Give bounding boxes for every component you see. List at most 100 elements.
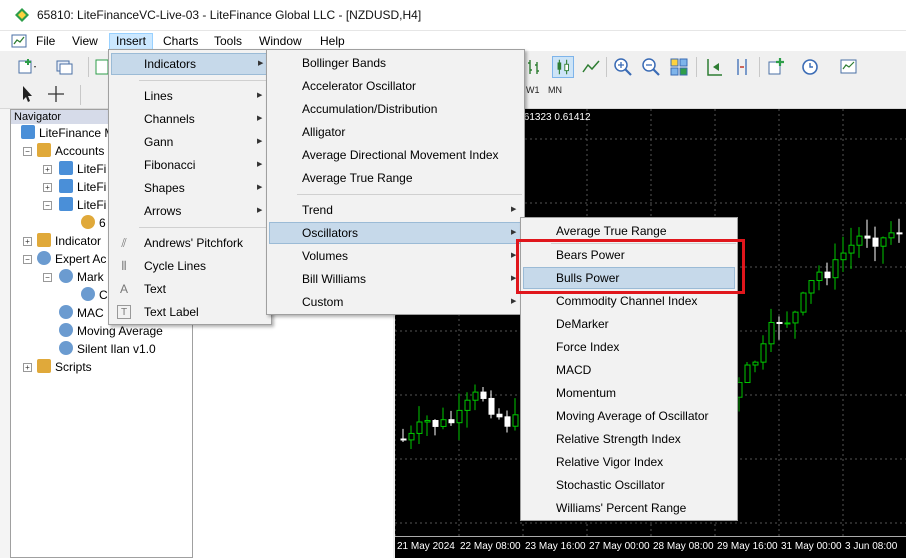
date-label: 31 May 00:00	[781, 541, 842, 552]
menu-item-accumulation-distribution[interactable]: Accumulation/Distribution	[269, 98, 522, 120]
nav-scripts[interactable]: Scripts	[37, 358, 92, 376]
nav-account-3[interactable]: LiteFi	[59, 196, 106, 214]
menu-item-volumes[interactable]: Volumes ▶	[269, 245, 522, 267]
menu-item-text-label[interactable]: T Text Label	[111, 301, 269, 323]
date-label: 21 May 2024	[397, 541, 455, 552]
candle-body	[464, 399, 471, 411]
timeframe-mn[interactable]: MN	[548, 85, 562, 95]
chart-shift-icon[interactable]	[731, 56, 753, 78]
menu-item-rvi[interactable]: Relative Vigor Index	[523, 451, 735, 473]
cursor-icon[interactable]	[17, 83, 39, 105]
nav-account-1[interactable]: LiteFi	[59, 160, 106, 178]
crosshair-icon[interactable]	[45, 83, 67, 105]
menu-item-oscillators[interactable]: Oscillators ▶	[269, 222, 522, 244]
menu-item-indicators[interactable]: Indicators ▶	[111, 53, 269, 75]
periods-clock-icon[interactable]	[800, 56, 822, 78]
menu-item-trend[interactable]: Trend ▶	[269, 199, 522, 221]
menu-item-williams-percent-range[interactable]: Williams' Percent Range	[523, 497, 735, 519]
nav-expert-market[interactable]: Mark	[59, 268, 104, 286]
expand-icon[interactable]: +	[43, 183, 52, 192]
menu-item-cycle-lines[interactable]: ⦀ Cycle Lines	[111, 255, 269, 277]
menu-item-shapes[interactable]: Shapes ▶	[111, 177, 269, 199]
zoom-out-icon[interactable]	[640, 56, 662, 78]
menu-item-andrews-pitchfork[interactable]: ⫽ Andrews' Pitchfork	[111, 232, 269, 254]
collapse-icon[interactable]: −	[23, 147, 32, 156]
nav-user[interactable]: 6	[81, 214, 106, 232]
text-icon: A	[119, 282, 128, 296]
submenu-arrow-icon: ▶	[511, 298, 517, 305]
candlestick-icon[interactable]	[552, 56, 574, 78]
nav-terminal[interactable]: LiteFinance M	[21, 124, 114, 142]
candle-body	[512, 414, 519, 427]
collapse-icon[interactable]: −	[43, 273, 52, 282]
candle-body	[408, 432, 415, 441]
menu-item-bollinger-bands[interactable]: Bollinger Bands	[269, 52, 522, 74]
menu-item-osma[interactable]: Moving Average of Oscillator	[523, 405, 735, 427]
candle-body	[448, 419, 455, 424]
menu-item-text[interactable]: A Text	[111, 278, 269, 300]
candle-body	[896, 232, 903, 235]
nav-indicators[interactable]: Indicator	[37, 232, 101, 250]
profiles-icon[interactable]	[54, 56, 76, 78]
menu-item-rsi[interactable]: Relative Strength Index	[523, 428, 735, 450]
menu-item-adx[interactable]: Average Directional Movement Index	[269, 144, 522, 166]
collapse-icon[interactable]: −	[23, 255, 32, 264]
candle-body	[864, 235, 871, 239]
date-axis: 21 May 2024 22 May 08:00 23 May 16:00 27…	[395, 536, 906, 558]
expand-icon[interactable]: +	[43, 165, 52, 174]
menu-item-force-index[interactable]: Force Index	[523, 336, 735, 358]
menu-item-gann[interactable]: Gann ▶	[111, 131, 269, 153]
nav-expert-advisors[interactable]: Expert Ac	[37, 250, 106, 268]
menu-item-atr[interactable]: Average True Range	[269, 167, 522, 189]
templates-icon[interactable]	[838, 56, 860, 78]
new-chart-icon[interactable]	[16, 56, 38, 78]
nav-expert-c[interactable]: C	[81, 286, 108, 304]
candle-body	[488, 397, 495, 415]
menu-item-alligator[interactable]: Alligator	[269, 121, 522, 143]
nav-expert-silent-ilan[interactable]: Silent Ilan v1.0	[59, 340, 156, 358]
candle-body	[872, 237, 879, 247]
menu-item-accelerator-oscillator[interactable]: Accelerator Oscillator	[269, 75, 522, 97]
indicators-add-icon[interactable]	[766, 56, 788, 78]
menu-item-custom[interactable]: Custom ▶	[269, 291, 522, 313]
expert-icon	[59, 269, 73, 283]
menu-item-momentum[interactable]: Momentum	[523, 382, 735, 404]
menu-view[interactable]: View	[66, 33, 104, 51]
bar-chart-icon[interactable]	[524, 56, 546, 78]
menu-item-stochastic[interactable]: Stochastic Oscillator	[523, 474, 735, 496]
title-bar: 65810: LiteFinanceVC-Live-03 - LiteFinan…	[0, 0, 906, 31]
submenu-arrow-icon: ▶	[258, 60, 264, 67]
expand-icon[interactable]: +	[23, 237, 32, 246]
menu-item-fibonacci[interactable]: Fibonacci ▶	[111, 154, 269, 176]
menu-item-lines[interactable]: Lines ▶	[111, 85, 269, 107]
date-label: 29 May 16:00	[717, 541, 778, 552]
menu-item-bill-williams[interactable]: Bill Williams ▶	[269, 268, 522, 290]
nav-accounts[interactable]: Accounts	[37, 142, 104, 160]
date-label: 22 May 08:00	[460, 541, 521, 552]
submenu-arrow-icon: ▶	[511, 206, 517, 213]
nav-expert-macd[interactable]: MAC	[59, 304, 104, 322]
menu-item-channels[interactable]: Channels ▶	[111, 108, 269, 130]
zoom-in-icon[interactable]	[612, 56, 634, 78]
chart-window-icon[interactable]	[11, 33, 27, 49]
timeframe-w1[interactable]: W1	[526, 85, 540, 95]
tile-windows-icon[interactable]	[668, 56, 690, 78]
line-chart-icon[interactable]	[580, 56, 602, 78]
candle-body	[424, 420, 431, 423]
candle-body	[440, 419, 447, 427]
menu-file[interactable]: File	[30, 33, 61, 51]
indicator-icon	[37, 233, 51, 247]
auto-scroll-icon[interactable]	[703, 56, 725, 78]
menu-item-macd[interactable]: MACD	[523, 359, 735, 381]
candle-body	[472, 391, 479, 401]
date-label: 27 May 00:00	[589, 541, 650, 552]
expand-icon[interactable]: +	[23, 363, 32, 372]
toolbar-separator	[759, 57, 760, 77]
nav-account-2[interactable]: LiteFi	[59, 178, 106, 196]
menu-item-demarker[interactable]: DeMarker	[523, 313, 735, 335]
candle-body	[888, 232, 895, 239]
menu-item-arrows[interactable]: Arrows ▶	[111, 200, 269, 222]
candle-body	[480, 391, 487, 399]
left-ruler	[0, 109, 10, 558]
collapse-icon[interactable]: −	[43, 201, 52, 210]
